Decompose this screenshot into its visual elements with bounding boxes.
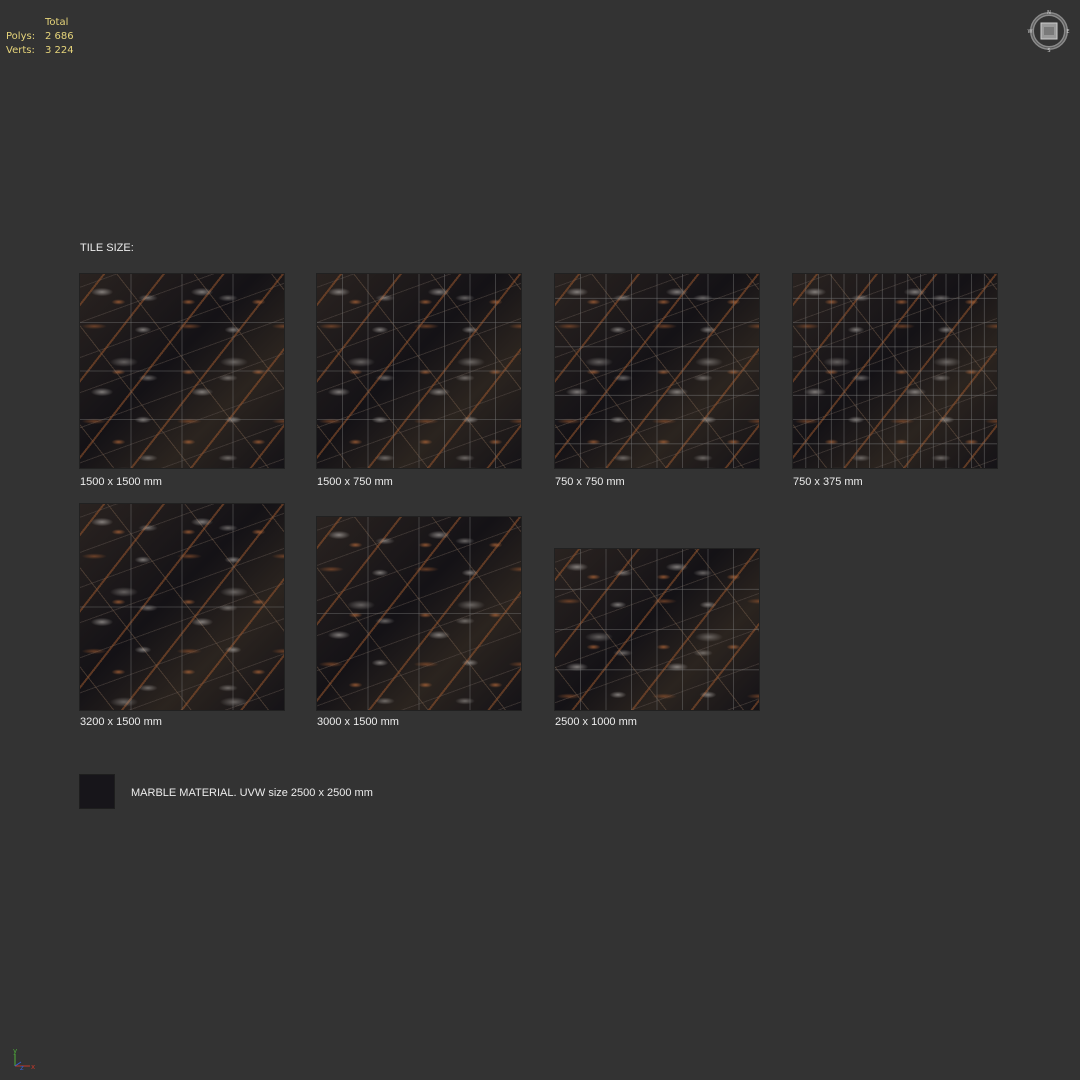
- material-description: MARBLE MATERIAL. UVW size 2500 x 2500 mm: [131, 787, 373, 799]
- compass-west[interactable]: W: [1028, 29, 1033, 35]
- tile-swatch-750x750: [555, 274, 759, 468]
- verts-value: 3 224: [45, 45, 74, 56]
- axis-gizmo-icon: y x z: [8, 1046, 40, 1072]
- tile-swatch-1500x750: [317, 274, 521, 468]
- stats-header: Total: [45, 17, 69, 28]
- stats-verts-row: Verts: 3 224: [6, 44, 96, 58]
- tile-label-1500x750: 1500 x 750 mm: [317, 476, 393, 488]
- tile-swatch-3200x1500: [80, 504, 284, 710]
- axis-z-label: z: [20, 1064, 24, 1072]
- polys-label: Polys:: [6, 31, 36, 42]
- compass-north[interactable]: N: [1047, 10, 1051, 16]
- tile-label-750x750: 750 x 750 mm: [555, 476, 625, 488]
- marble-swatch-icon: [80, 775, 114, 808]
- axis-x-label: x: [31, 1063, 35, 1071]
- tile-label-2500x1000: 2500 x 1000 mm: [555, 716, 637, 728]
- verts-label: Verts:: [6, 45, 35, 56]
- tile-swatch-1500x1500: [80, 274, 284, 468]
- compass-east[interactable]: E: [1066, 29, 1069, 35]
- polys-value: 2 686: [45, 31, 74, 42]
- compass-south[interactable]: S: [1047, 48, 1050, 54]
- tile-size-heading: TILE SIZE:: [80, 242, 134, 254]
- stats-polys-row: Polys: 2 686: [6, 30, 96, 44]
- viewport-statistics: Total Polys: 2 686 Verts: 3 224: [6, 16, 96, 58]
- tile-swatch-2500x1000: [555, 549, 759, 710]
- viewcube-icon[interactable]: N S E W: [1027, 9, 1071, 54]
- viewcube[interactable]: N S E W: [1027, 9, 1071, 54]
- tile-swatch-3000x1500: [317, 517, 521, 710]
- tile-swatch-750x375: [793, 274, 997, 468]
- tile-label-1500x1500: 1500 x 1500 mm: [80, 476, 162, 488]
- tile-label-3200x1500: 3200 x 1500 mm: [80, 716, 162, 728]
- stats-header-row: Total: [6, 16, 96, 30]
- tile-label-750x375: 750 x 375 mm: [793, 476, 863, 488]
- tile-label-3000x1500: 3000 x 1500 mm: [317, 716, 399, 728]
- axis-y-label: y: [13, 1047, 17, 1055]
